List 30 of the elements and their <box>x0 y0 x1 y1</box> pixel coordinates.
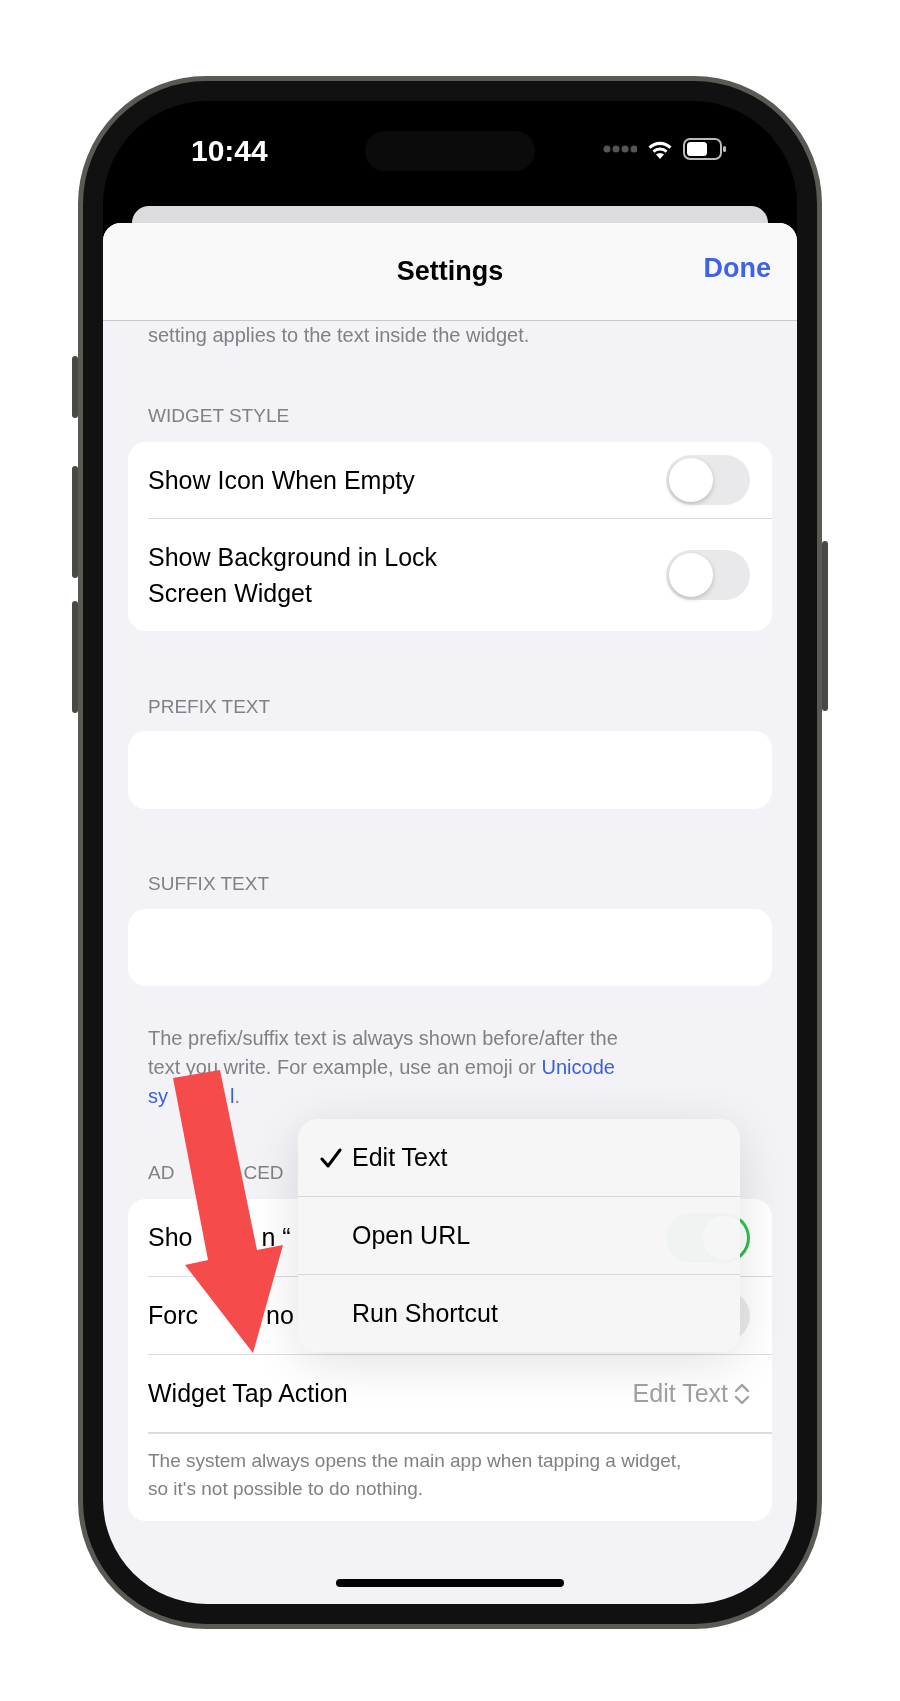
status-time: 10:44 <box>191 134 268 168</box>
section-header: AD <box>148 1161 175 1185</box>
section-header: WIDGET STYLE <box>147 404 291 428</box>
setting-label: Show Background in Lock Screen Widget <box>148 542 439 609</box>
menu-item[interactable]: Edit Text <box>298 1119 740 1197</box>
setting-label: Show Icon When Empty <box>148 465 415 495</box>
sheet-title: Settings <box>396 256 504 287</box>
checkmark-icon <box>320 1146 342 1169</box>
battery-icon <box>683 137 727 161</box>
done-button[interactable]: Done <box>703 253 771 284</box>
card-footnote: The system always opens the main app when tapping a widget, so it's not possible to do nothing. <box>148 1433 772 1521</box>
toggle-switch[interactable] <box>666 550 750 600</box>
link[interactable]: sy <box>148 1085 168 1107</box>
setting-label: Sho <box>148 1223 193 1252</box>
link[interactable]: Unicode <box>541 1056 615 1078</box>
chevron-up-down-icon <box>734 1381 750 1406</box>
setting-label: no <box>266 1301 294 1330</box>
picker-button[interactable]: Edit Text <box>632 1379 750 1408</box>
section-header: CED <box>243 1161 284 1185</box>
section-header: SUFFIX TEXT <box>147 872 271 896</box>
signal-icon <box>603 145 637 153</box>
link[interactable]: l <box>230 1085 235 1107</box>
section-header: PREFIX TEXT <box>147 695 272 719</box>
toggle-switch[interactable] <box>666 455 750 505</box>
section-note: setting applies to the text inside the widget. <box>147 323 531 348</box>
setting-label: n “ <box>261 1223 291 1252</box>
setting-label: Forc <box>148 1301 198 1330</box>
menu-item[interactable]: Run Shortcut <box>298 1275 740 1352</box>
menu-item[interactable]: Open URL <box>298 1197 740 1275</box>
setting-label: Widget Tap Action <box>148 1379 348 1408</box>
